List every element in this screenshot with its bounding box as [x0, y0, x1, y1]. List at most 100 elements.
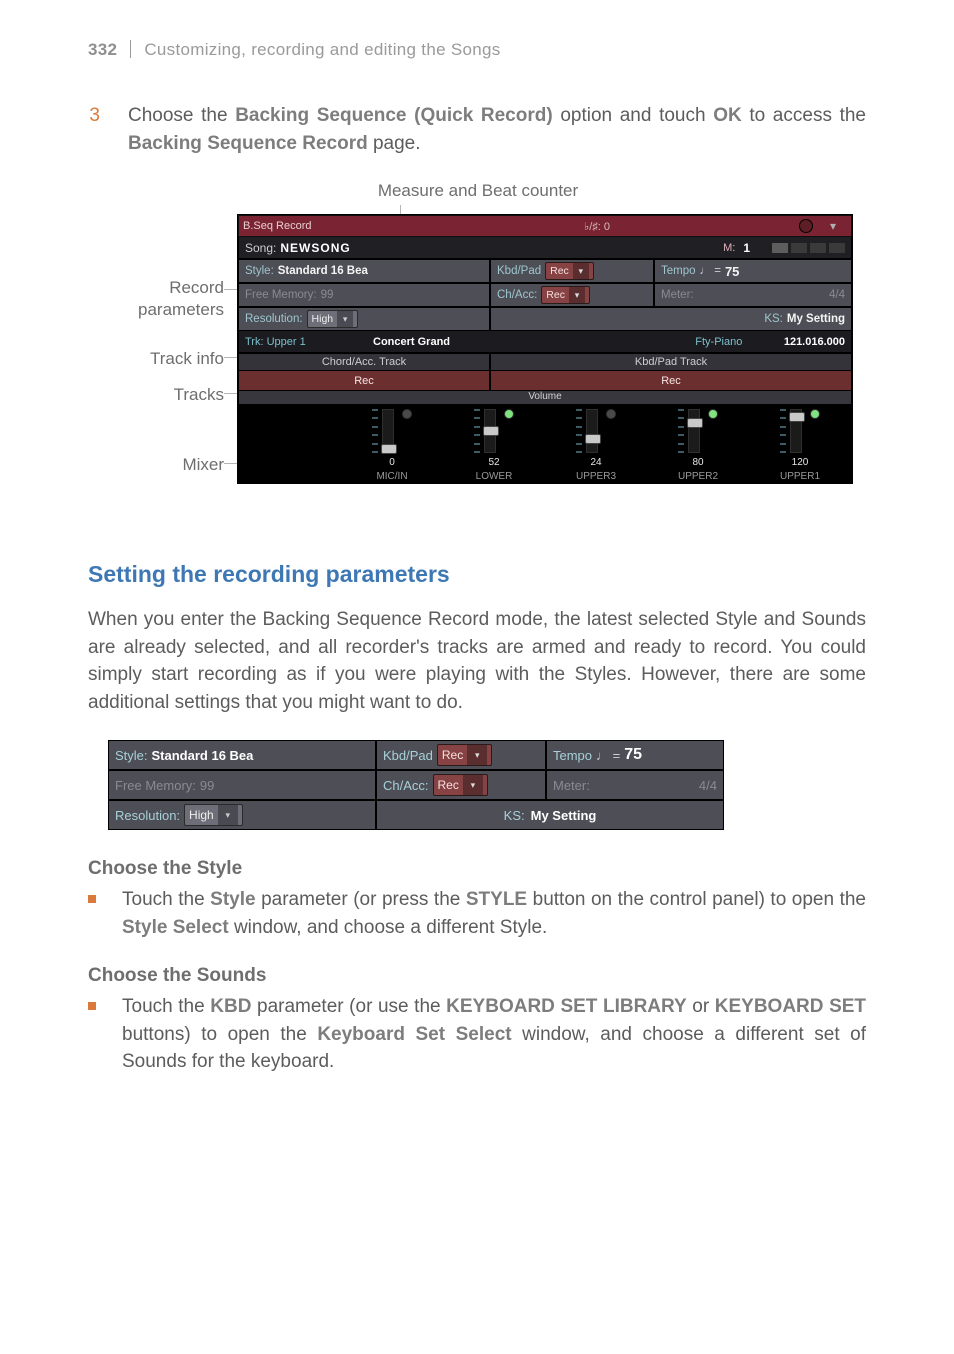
kbdpad-rec-select[interactable]: Rec▾ — [545, 262, 594, 280]
free-memory-parameter: Free Memory: 99 — [108, 770, 376, 800]
volume-slider[interactable] — [586, 409, 598, 453]
track-sound: Concert Grand — [373, 336, 654, 348]
bullet-icon — [88, 1002, 96, 1010]
section-paragraph: When you enter the Backing Sequence Reco… — [88, 606, 866, 716]
bullet-text: Touch the KBD parameter (or use the KEYB… — [122, 993, 866, 1076]
channel-name: UPPER1 — [780, 471, 820, 482]
channel-led-icon — [402, 409, 412, 419]
track-name: Trk: Upper 1 — [245, 336, 373, 348]
panel-title: B.Seq Record — [243, 220, 395, 232]
slider-thumb[interactable] — [381, 444, 397, 454]
chacc-parameter[interactable]: Ch/Acc: Rec▾ — [490, 283, 654, 307]
leader-line — [224, 289, 238, 290]
volume-ticks-icon — [678, 409, 684, 453]
volume-slider[interactable] — [688, 409, 700, 453]
song-name[interactable]: NEWSONG — [280, 241, 350, 255]
channel-name: MIC/IN — [376, 471, 407, 482]
mixer-channel[interactable]: 52 LOWER — [443, 405, 545, 482]
slider-thumb[interactable] — [687, 418, 703, 428]
song-label: Song: — [245, 241, 276, 255]
channel-led-icon — [810, 409, 820, 419]
label-mixer: Mixer — [182, 455, 224, 475]
meter-parameter: Meter: 4/4 — [546, 770, 724, 800]
chord-acc-track-header: Chord/Acc. Track — [238, 353, 490, 371]
volume-slider[interactable] — [790, 409, 802, 453]
resolution-parameter[interactable]: Resolution: High▾ — [108, 800, 376, 830]
channel-volume-value: 52 — [488, 457, 499, 469]
record-parameters-grid: Style: Standard 16 Bea Kbd/Pad Rec▾ Temp… — [238, 259, 852, 331]
mixer-channel[interactable]: 0 MIC/IN — [341, 405, 443, 482]
channel-volume-value: 0 — [389, 457, 395, 469]
bullet-text: Touch the Style parameter (or press the … — [122, 886, 866, 941]
tempo-parameter[interactable]: Tempo ♩ = 75 — [654, 259, 852, 283]
mixer-channel[interactable]: 24 UPPER3 — [545, 405, 647, 482]
chord-acc-rec-state[interactable]: Rec — [238, 371, 490, 391]
slider-thumb[interactable] — [585, 434, 601, 444]
chacc-rec-select[interactable]: Rec▾ — [433, 774, 488, 796]
running-header: 332 Customizing, recording and editing t… — [88, 40, 866, 60]
resolution-select[interactable]: High▾ — [307, 310, 359, 328]
channel-volume-value: 120 — [792, 457, 809, 469]
slider-thumb[interactable] — [483, 426, 499, 436]
tempo-parameter[interactable]: Tempo ♩ = 75 — [546, 740, 724, 770]
volume-slider[interactable] — [382, 409, 394, 453]
kbdpad-rec-state[interactable]: Rec — [490, 371, 852, 391]
mixer-channel[interactable]: 80UPPER2 — [647, 405, 749, 482]
kbdpad-parameter[interactable]: Kbd/Pad Rec▾ — [490, 259, 654, 283]
mixer-channel[interactable]: 120 UPPER1 — [749, 405, 851, 482]
bseq-record-panel: B.Seq Record ♭/♯: 0 ▾ Song: NEWSONG M: 1… — [238, 215, 852, 483]
label-track-info: Track info — [150, 349, 224, 369]
channel-led-icon — [708, 409, 718, 419]
chevron-down-icon: ▾ — [467, 745, 487, 765]
header-divider — [130, 40, 131, 58]
meter-parameter: Meter: 4/4 — [654, 283, 852, 307]
channel-name: LOWER — [476, 471, 513, 482]
chacc-parameter[interactable]: Ch/Acc: Rec▾ — [376, 770, 546, 800]
leader-line — [224, 393, 238, 394]
volume-label: Volume — [239, 391, 851, 405]
beat-indicator — [772, 243, 845, 253]
keyboard-set-parameter[interactable]: KS: My Setting — [376, 800, 724, 830]
label-tracks: Tracks — [174, 385, 224, 405]
bullet-icon — [88, 895, 96, 903]
section-heading: Setting the recording parameters — [88, 561, 866, 588]
page-number: 332 — [88, 40, 117, 59]
channel-led-icon — [606, 409, 616, 419]
channel-name: UPPER3 — [576, 471, 616, 482]
step-number: 3 — [88, 102, 100, 130]
chevron-down-icon: ▾ — [573, 263, 589, 279]
figure-bseq-record: Measure and Beat counter Record paramete… — [88, 181, 868, 501]
subheading-choose-sounds: Choose the Sounds — [88, 965, 866, 987]
channel-volume-value: 24 — [590, 457, 601, 469]
mixer-section: Volume 0MIC/IN52LOWER24UPPER380UPPER2120… — [238, 391, 852, 483]
subheading-choose-style: Choose the Style — [88, 858, 866, 880]
bullet-item: Touch the KBD parameter (or use the KEYB… — [88, 993, 866, 1076]
track-info-row: Trk: Upper 1 Concert Grand Fty-Piano 121… — [238, 331, 852, 353]
channel-name: UPPER2 — [678, 471, 718, 482]
panel-titlebar: B.Seq Record ♭/♯: 0 ▾ — [238, 215, 852, 237]
chevron-down-icon: ▾ — [463, 775, 483, 795]
volume-ticks-icon — [576, 409, 582, 453]
track-family: Fty-Piano — [654, 336, 784, 348]
volume-ticks-icon — [780, 409, 786, 453]
volume-ticks-icon — [372, 409, 378, 453]
leader-line — [224, 357, 238, 358]
resolution-parameter[interactable]: Resolution: High▾ — [238, 307, 490, 331]
kbdpad-parameter[interactable]: Kbd/Pad Rec▾ — [376, 740, 546, 770]
channel-led-icon — [504, 409, 514, 419]
record-indicator-icon — [799, 219, 813, 233]
style-parameter[interactable]: Style: Standard 16 Bea — [238, 259, 490, 283]
kbdpad-rec-select[interactable]: Rec▾ — [437, 744, 492, 766]
panel-menu-button[interactable]: ▾ — [819, 219, 847, 233]
volume-slider[interactable] — [484, 409, 496, 453]
style-parameter[interactable]: Style: Standard 16 Bea — [108, 740, 376, 770]
chapter-title: Customizing, recording and editing the S… — [144, 40, 500, 59]
keyboard-set-parameter[interactable]: KS: My Setting — [490, 307, 852, 331]
slider-thumb[interactable] — [789, 412, 805, 422]
tracks-row: Chord/Acc. Track Rec Kbd/Pad Track Rec — [238, 353, 852, 391]
chacc-rec-select[interactable]: Rec▾ — [541, 286, 590, 304]
measure-counter: M: 1 — [723, 241, 845, 255]
flat-sharp-indicator: ♭/♯: 0 — [401, 220, 793, 233]
resolution-select[interactable]: High▾ — [184, 804, 243, 826]
track-code: 121.016.000 — [784, 336, 845, 348]
